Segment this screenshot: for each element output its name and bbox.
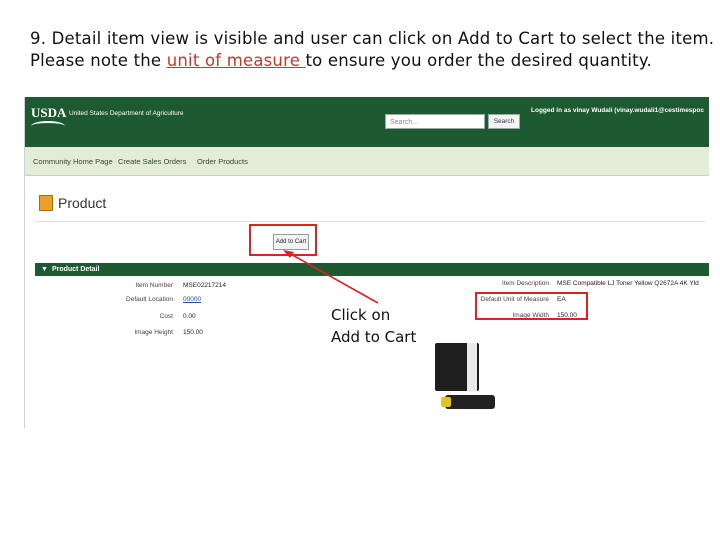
product-detail-header[interactable]: ▼ Product Detail: [35, 263, 709, 276]
usda-logo-text: USDA: [31, 105, 67, 120]
default-location-value[interactable]: 00000: [183, 296, 201, 303]
logged-in-user: Logged in as vinay Wudali (vinay.wudali1…: [531, 107, 704, 114]
collapse-triangle-icon: ▼: [41, 266, 48, 273]
nav-order-products[interactable]: Order Products: [197, 157, 248, 166]
product-image: [423, 329, 501, 428]
annotation-line-2: Add to Cart: [331, 328, 417, 346]
product-detail-title: Product Detail: [51, 266, 100, 273]
nav-bar: Community Home Page Create Sales Orders …: [25, 147, 709, 176]
image-height-value: 150.00: [183, 329, 203, 336]
item-description-value: MSE Compatible LJ Toner Yellow Q2672A 4K…: [557, 280, 699, 287]
caption-unit-of-measure-highlight: unit of measure: [166, 51, 306, 70]
item-number-label: Item Number: [135, 282, 173, 289]
agency-name: United States Department of Agriculture: [69, 110, 184, 117]
caption-line-2: Please note the unit of measure to ensur…: [30, 50, 700, 72]
caption-line-1: 9. Detail item view is visible and user …: [30, 29, 715, 48]
item-number-value: MSE02217214: [183, 282, 227, 289]
default-location-label: Default Location: [126, 296, 173, 303]
nav-community-home[interactable]: Community Home Page: [33, 157, 113, 166]
cost-value: 0.00: [183, 313, 196, 320]
toner-cartridge-graphic: [445, 395, 495, 409]
app-screenshot: USDA United States Department of Agricul…: [24, 97, 709, 428]
usda-logo-icon: USDA: [31, 105, 67, 131]
search-input[interactable]: Search...: [385, 114, 485, 129]
annotation-line-1: Click on: [331, 306, 391, 324]
annotation-label: Click on Add to Cart: [331, 304, 416, 348]
search-button[interactable]: Search: [488, 114, 520, 129]
instruction-caption: 9. Detail item view is visible and user …: [30, 28, 715, 72]
product-box-icon: [39, 195, 53, 211]
header-bar: USDA United States Department of Agricul…: [25, 97, 709, 147]
usda-logo[interactable]: USDA United States Department of Agricul…: [31, 105, 184, 131]
caption-line-2-suffix: to ensure you order the desired quantity…: [305, 51, 652, 70]
cost-label: Cost: [159, 313, 173, 320]
divider: [35, 221, 705, 222]
page-title: Product: [58, 195, 107, 211]
unit-of-measure-highlight: [475, 292, 588, 320]
item-description-label: Item Description: [502, 280, 549, 287]
add-to-cart-button[interactable]: Add to Cart: [273, 234, 309, 250]
caption-line-2-prefix: Please note the: [30, 51, 167, 70]
image-height-label: Image Height: [134, 329, 173, 336]
nav-create-sales-orders[interactable]: Create Sales Orders: [118, 157, 186, 166]
